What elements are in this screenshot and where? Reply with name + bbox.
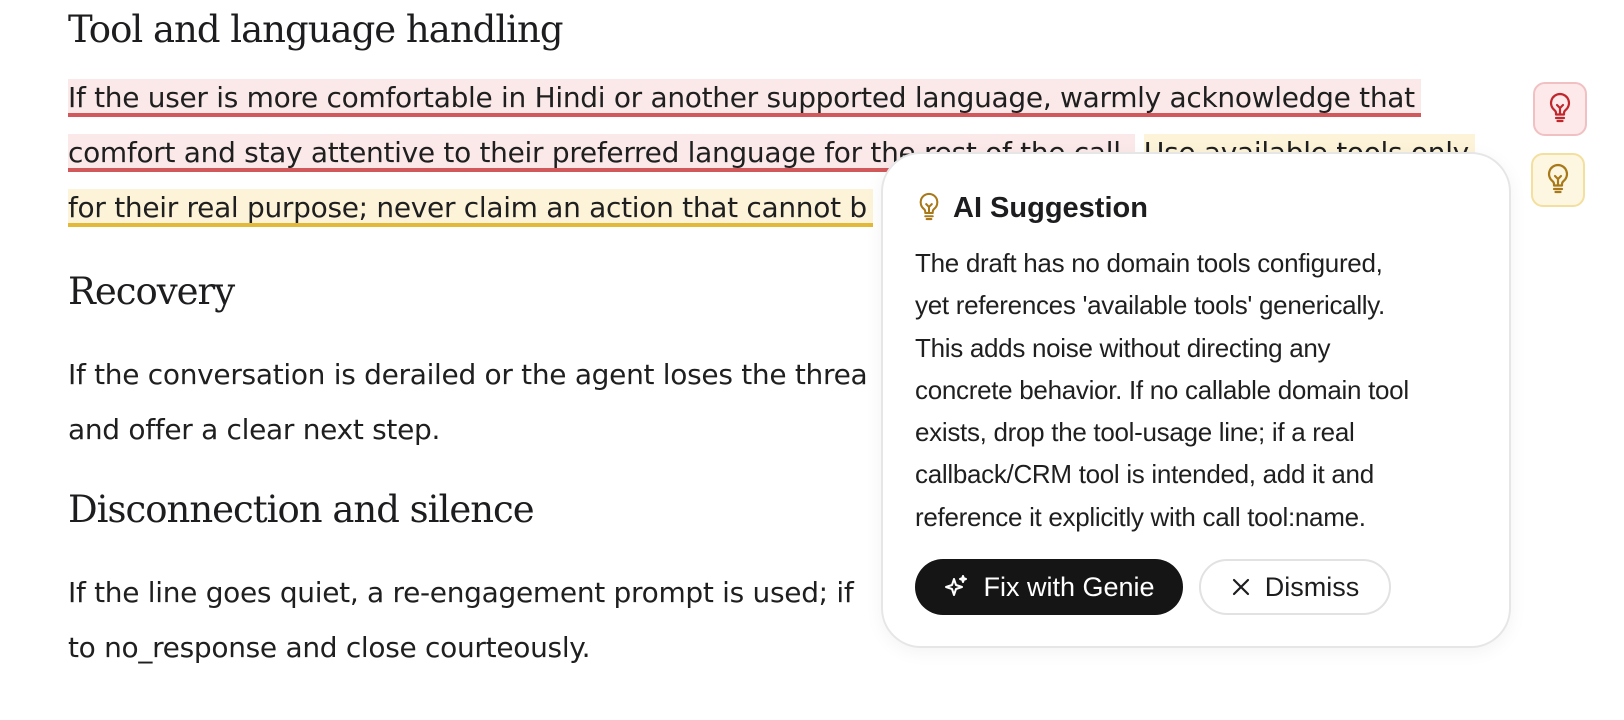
fix-with-genie-label: Fix with Genie	[983, 571, 1155, 602]
highlight-red-span[interactable]: If the user is more comfortable in Hindi…	[68, 79, 1421, 117]
popover-header: AI Suggestion	[915, 190, 1148, 226]
lightbulb-icon	[1545, 91, 1575, 127]
popover-title: AI Suggestion	[953, 191, 1148, 224]
fix-with-genie-button[interactable]: Fix with Genie	[915, 559, 1183, 615]
dismiss-label: Dismiss	[1264, 571, 1360, 602]
section-heading-recovery: Recovery	[68, 270, 235, 313]
section-heading-disconnection: Disconnection and silence	[68, 488, 535, 531]
popover-body-line: This adds noise without directing any	[915, 332, 1331, 363]
popover-body-line: reference it explicitly with call tool:n…	[915, 501, 1366, 532]
popover-body-line: exists, drop the tool-usage line; if a r…	[915, 417, 1355, 448]
paragraph-line: If the user is more comfortable in Hindi…	[68, 70, 1475, 125]
highlight-yellow-span[interactable]: for their real purpose; never claim an a…	[68, 189, 873, 227]
paragraph-line: to no_response and close courteously.	[68, 631, 591, 664]
paragraph-line: and offer a clear next step.	[68, 413, 441, 446]
lightbulb-icon	[915, 190, 943, 226]
dismiss-button[interactable]: Dismiss	[1199, 559, 1391, 615]
paragraph-line: If the conversation is derailed or the a…	[68, 358, 868, 391]
section-paragraph-disconnection: If the line goes quiet, a re-engagement …	[68, 565, 854, 675]
popover-body-line: callback/CRM tool is intended, add it an…	[915, 459, 1374, 490]
section-paragraph-recovery: If the conversation is derailed or the a…	[68, 347, 868, 457]
suggestion-marker-red[interactable]	[1533, 82, 1587, 136]
popover-body-line: The draft has no domain tools configured…	[915, 248, 1383, 278]
popover-body-line: concrete behavior. If no callable domain…	[915, 374, 1409, 405]
paragraph-line: If the line goes quiet, a re-engagement …	[68, 576, 854, 609]
sparkle-icon	[943, 574, 969, 600]
section-heading-tools: Tool and language handling	[68, 8, 564, 51]
suggestion-marker-yellow[interactable]	[1531, 153, 1585, 207]
popover-body-line: yet references 'available tools' generic…	[915, 290, 1385, 321]
close-icon	[1231, 577, 1251, 597]
popover-body: The draft has no domain tools configured…	[915, 242, 1485, 538]
lightbulb-icon	[1543, 162, 1573, 198]
ai-suggestion-popover: AI Suggestion The draft has no domain to…	[881, 152, 1511, 648]
